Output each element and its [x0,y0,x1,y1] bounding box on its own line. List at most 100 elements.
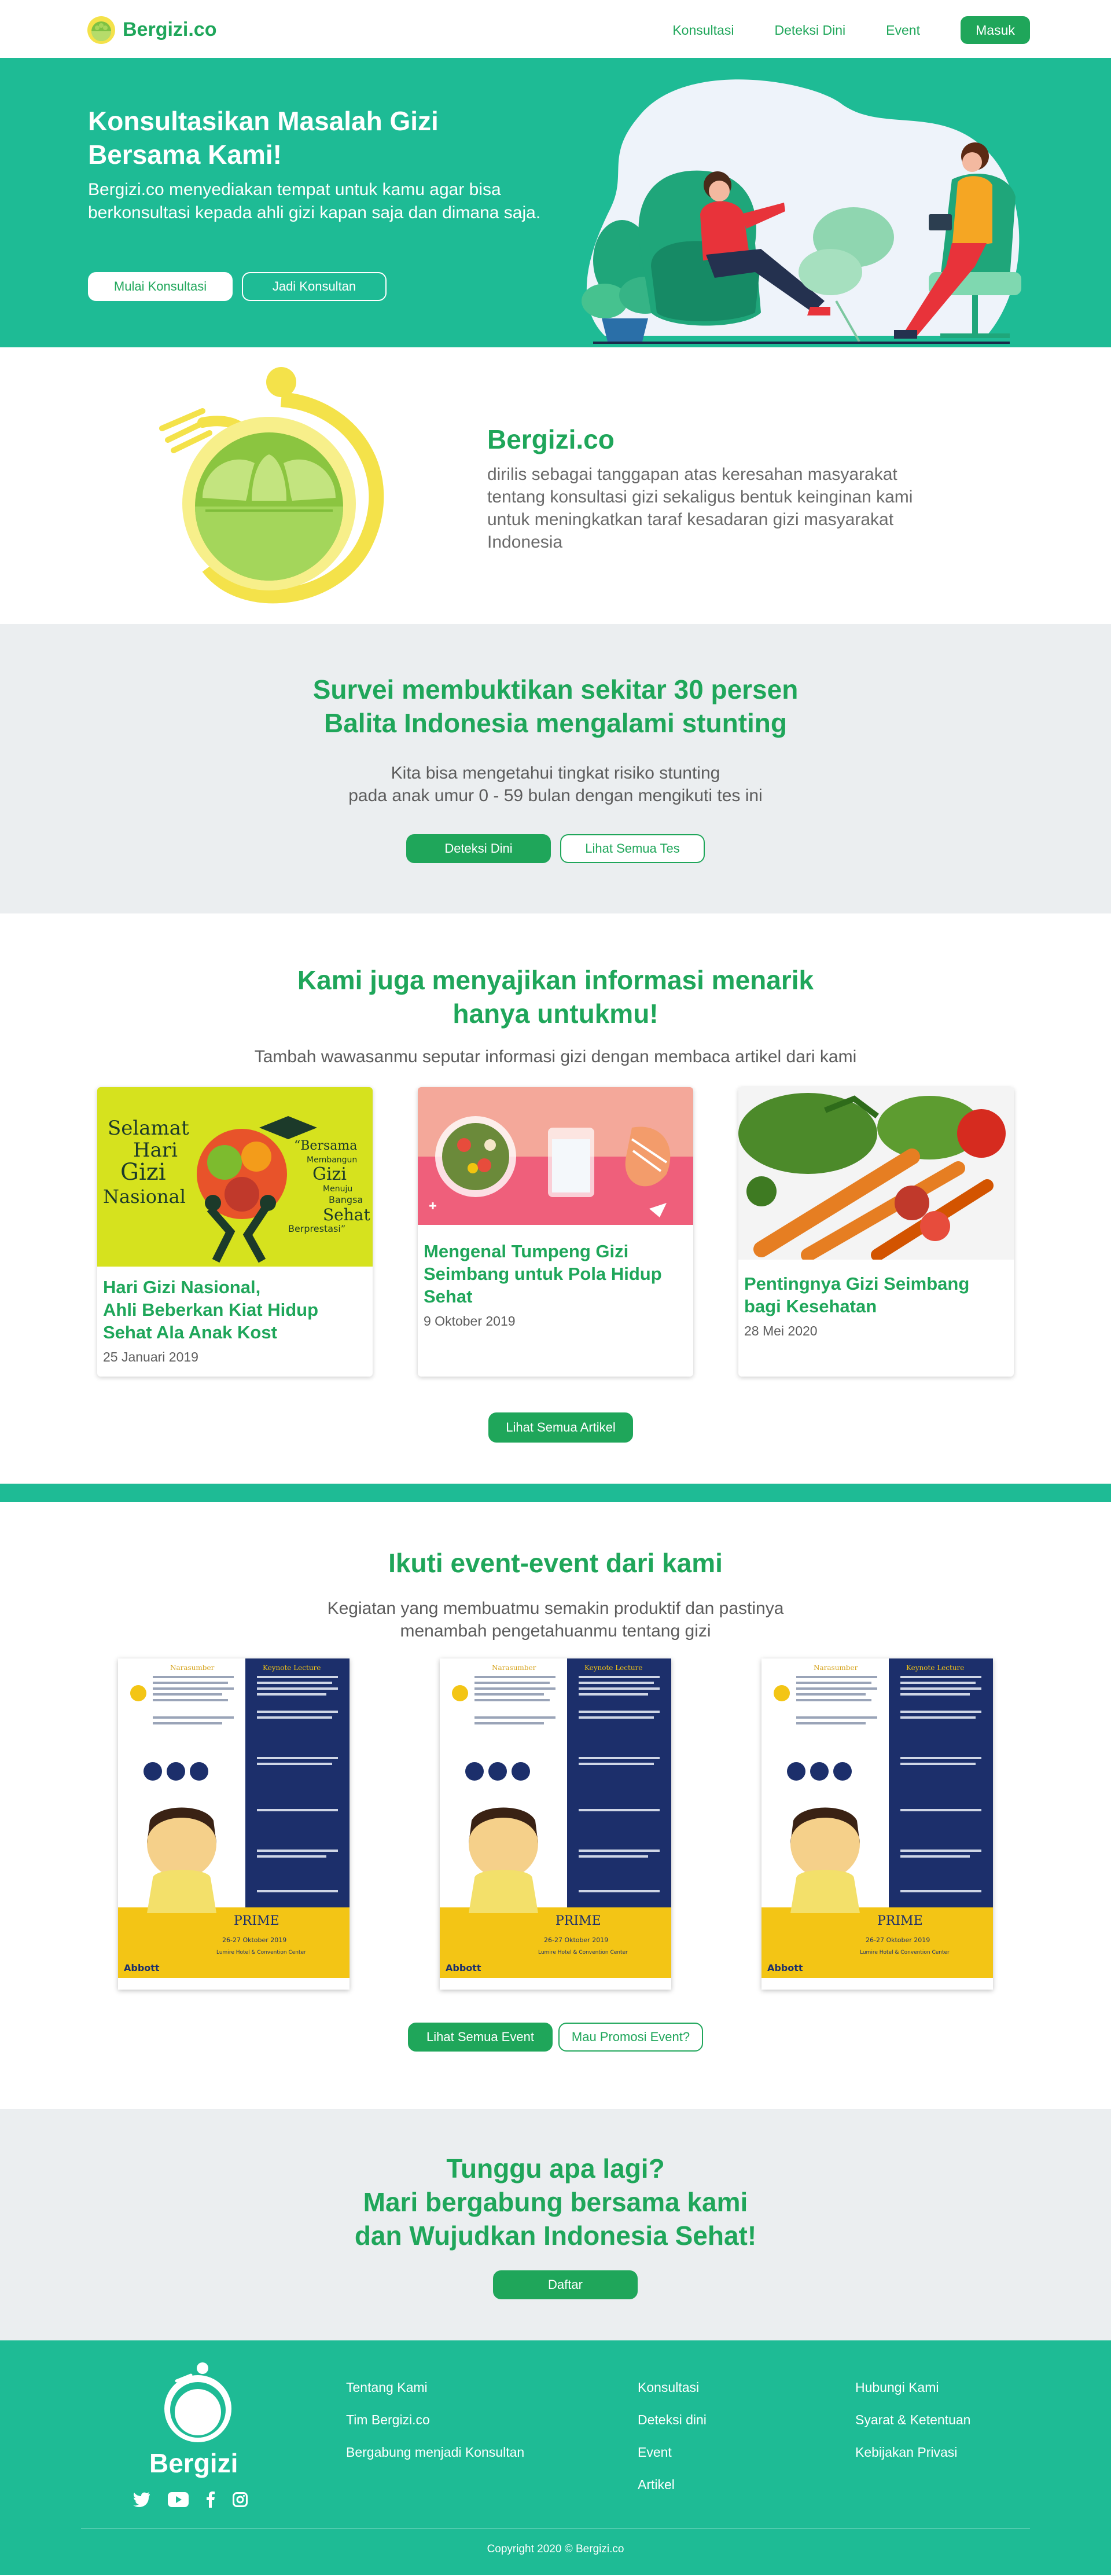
svg-text:26-27 Oktober 2019: 26-27 Oktober 2019 [222,1936,286,1944]
events-section: Ikuti event-event dari kami Kegiatan yan… [0,1502,1111,2109]
articles-title: Kami juga menyajikan informasi menarik h… [297,965,814,1029]
footer-link-early-detection[interactable]: Deteksi dini [638,2413,707,2427]
footer: Bergizi Tentang Kami Tim Bergizi.co Berg… [0,2340,1111,2575]
event-poster[interactable]: Narasumber Keynote Lecture PRIME 26-27 O… [118,1658,350,1990]
article-title[interactable]: Hari Gizi Nasional, Ahli Beberkan Kiat H… [97,1276,373,1344]
article-date: 28 Mei 2020 [744,1323,818,1338]
svg-text:26-27 Oktober 2019: 26-27 Oktober 2019 [866,1936,930,1944]
event-poster-image: Narasumber Keynote Lecture PRIME 26-27 O… [118,1658,350,1990]
hero-description: Bergizi.co menyediakan tempat untuk kamu… [88,180,541,222]
footer-link-consultation[interactable]: Konsultasi [638,2381,707,2394]
img-text-nasional: Nasional [103,1186,186,1208]
about-section: Bergizi.co dirilis sebagai tanggapan ata… [0,347,1111,624]
img-text-gizi-2: Gizi [312,1164,347,1184]
footer-brand: Bergizi [149,2448,238,2478]
event-poster[interactable]: Narasumber Keynote Lecture PRIME 26-27 O… [761,1658,993,1990]
nav-link-konsultasi[interactable]: Konsultasi [672,23,734,38]
footer-column-features: Konsultasi Deteksi dini Event Artikel [638,2381,707,2511]
consultation-illustration [582,79,1021,344]
login-button[interactable]: Masuk [961,16,1030,44]
top-navbar: Bergizi.co Konsultasi Deteksi Dini Event… [0,0,1111,58]
article-card[interactable]: Selamat Hari Gizi Nasional “Bersama Memb… [97,1087,373,1377]
footer-link-articles[interactable]: Artikel [638,2478,707,2491]
article-title[interactable]: Mengenal Tumpeng Gizi Seimbang untuk Pol… [418,1240,693,1308]
promote-event-button[interactable]: Mau Promosi Event? [558,2023,703,2052]
article-card[interactable]: Mengenal Tumpeng Gizi Seimbang untuk Pol… [418,1087,693,1377]
article-date: 9 Oktober 2019 [424,1313,516,1329]
social-links [133,2491,248,2508]
register-button[interactable]: Daftar [493,2270,638,2299]
article-title[interactable]: Pentingnya Gizi Seimbang bagi Kesehatan [738,1272,1014,1318]
event-poster-image: Narasumber Keynote Lecture PRIME 26-27 O… [761,1658,993,1990]
event-poster[interactable]: Narasumber Keynote Lecture PRIME 26-27 O… [440,1658,671,1990]
svg-text:Abbott: Abbott [767,1962,803,1973]
img-text-gizi: Gizi [120,1159,166,1186]
svg-text:26-27 Oktober 2019: 26-27 Oktober 2019 [544,1936,608,1944]
stunting-survey-section: Survei membuktikan sekitar 30 persen Bal… [0,624,1111,913]
svg-text:Narasumber: Narasumber [814,1664,858,1672]
footer-logo[interactable]: Bergizi [149,2358,238,2479]
svg-text:Keynote Lecture: Keynote Lecture [584,1664,642,1672]
survey-description: Kita bisa mengetahui tingkat risiko stun… [348,764,763,805]
footer-column-contact: Hubungi Kami Syarat & Ketentuan Kebijaka… [855,2381,970,2478]
footer-link-contact[interactable]: Hubungi Kami [855,2381,970,2394]
svg-text:Keynote Lecture: Keynote Lecture [263,1664,321,1672]
survey-title: Survei membuktikan sekitar 30 persen Bal… [312,674,799,738]
img-text-bersama: “Bersama [294,1139,357,1153]
svg-text:Lumire Hotel & Convention Cent: Lumire Hotel & Convention Center [538,1950,628,1955]
svg-text:Lumire Hotel & Convention Cent: Lumire Hotel & Convention Center [860,1950,950,1955]
svg-text:PRIME: PRIME [234,1914,279,1928]
img-text-menuju: Menuju [323,1184,352,1194]
footer-link-event[interactable]: Event [638,2446,707,2459]
events-actions: Lihat Semua Event Mau Promosi Event? [0,2023,1111,2052]
img-text-sehat: Sehat [323,1205,370,1224]
youtube-icon[interactable] [168,2492,189,2507]
all-tests-button[interactable]: Lihat Semua Tes [560,834,705,863]
article-image-vegetables [738,1087,1014,1260]
event-poster-image: Narasumber Keynote Lecture PRIME 26-27 O… [440,1658,671,1990]
nav-link-deteksi-dini[interactable]: Deteksi Dini [774,23,845,38]
brand-name: Bergizi.co [123,18,217,41]
article-image-tumpeng [418,1087,693,1225]
footer-lime-logo-icon [164,2362,231,2442]
img-text-hari: Hari [133,1139,178,1162]
lime-logo-icon [87,16,115,44]
article-date: 25 Januari 2019 [103,1349,198,1364]
brand-logo[interactable]: Bergizi.co [86,14,216,45]
svg-text:Narasumber: Narasumber [492,1664,536,1672]
start-consultation-button[interactable]: Mulai Konsultasi [88,272,233,301]
footer-link-terms[interactable]: Syarat & Ketentuan [855,2413,970,2427]
article-card[interactable]: Pentingnya Gizi Seimbang bagi Kesehatan … [738,1087,1014,1377]
article-image-hari-gizi: Selamat Hari Gizi Nasional “Bersama Memb… [97,1087,373,1267]
facebook-icon[interactable] [206,2491,215,2508]
all-events-button[interactable]: Lihat Semua Event [408,2023,553,2052]
footer-link-privacy[interactable]: Kebijakan Privasi [855,2446,970,2459]
nav-link-event[interactable]: Event [886,23,920,38]
img-text-selamat: Selamat [108,1117,189,1140]
svg-text:PRIME: PRIME [877,1914,923,1928]
footer-link-about[interactable]: Tentang Kami [346,2381,524,2394]
become-consultant-button[interactable]: Jadi Konsultan [242,272,387,301]
copyright-text: Copyright 2020 © Bergizi.co [487,2543,624,2555]
section-divider [0,1484,1111,1502]
img-text-berprestasi: Berprestasi” [288,1223,345,1234]
hero-actions: Mulai Konsultasi Jadi Konsultan [88,272,387,301]
hero-title: Konsultasikan Masalah Gizi Bersama Kami! [88,106,439,170]
articles-subtitle: Tambah wawasanmu seputar informasi gizi … [254,1047,857,1066]
svg-text:PRIME: PRIME [556,1914,601,1928]
hero-section: Konsultasikan Masalah Gizi Bersama Kami!… [0,58,1111,347]
svg-text:Abbott: Abbott [446,1962,481,1973]
img-text-bangsa: Bangsa [329,1194,363,1205]
svg-text:Lumire Hotel & Convention Cent: Lumire Hotel & Convention Center [216,1950,306,1955]
lime-fork-logo-illustration [159,367,384,604]
articles-section: Kami juga menyajikan informasi menarik h… [0,913,1111,1484]
instagram-icon[interactable] [233,2492,248,2507]
svg-text:Keynote Lecture: Keynote Lecture [906,1664,964,1672]
events-subtitle: Kegiatan yang membuatmu semakin produkti… [327,1599,784,1641]
footer-link-join-consultant[interactable]: Bergabung menjadi Konsultan [346,2446,524,2459]
footer-column-about: Tentang Kami Tim Bergizi.co Bergabung me… [346,2381,524,2478]
all-articles-button[interactable]: Lihat Semua Artikel [488,1412,633,1443]
early-detection-button[interactable]: Deteksi Dini [406,834,551,863]
footer-link-team[interactable]: Tim Bergizi.co [346,2413,524,2427]
twitter-icon[interactable] [133,2492,150,2507]
